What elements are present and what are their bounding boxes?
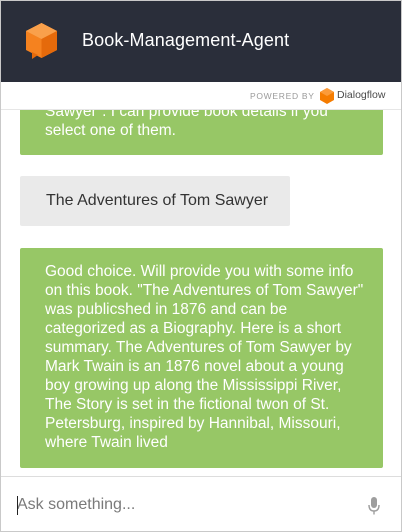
chat-widget: Book-Management-Agent POWERED BY Dialogf… (0, 0, 402, 532)
agent-message: Sawyer". I can provide book details if y… (20, 110, 383, 155)
user-message: The Adventures of Tom Sawyer (20, 176, 290, 226)
agent-message: Good choice. Will provide you with some … (20, 248, 383, 468)
dialogflow-logo-icon (320, 88, 334, 104)
input-bar (1, 476, 401, 531)
powered-by-label: POWERED BY (250, 91, 315, 101)
microphone-icon[interactable] (367, 496, 381, 516)
agent-logo-icon (26, 23, 57, 59)
chat-header: Book-Management-Agent (1, 1, 401, 82)
powered-by-bar: POWERED BY Dialogflow (1, 82, 401, 110)
query-input[interactable] (17, 493, 347, 517)
agent-title: Book-Management-Agent (82, 30, 290, 50)
message-list[interactable]: Sawyer". I can provide book details if y… (1, 110, 401, 476)
text-caret (17, 496, 18, 515)
dialogflow-brand[interactable]: Dialogflow (337, 89, 385, 101)
